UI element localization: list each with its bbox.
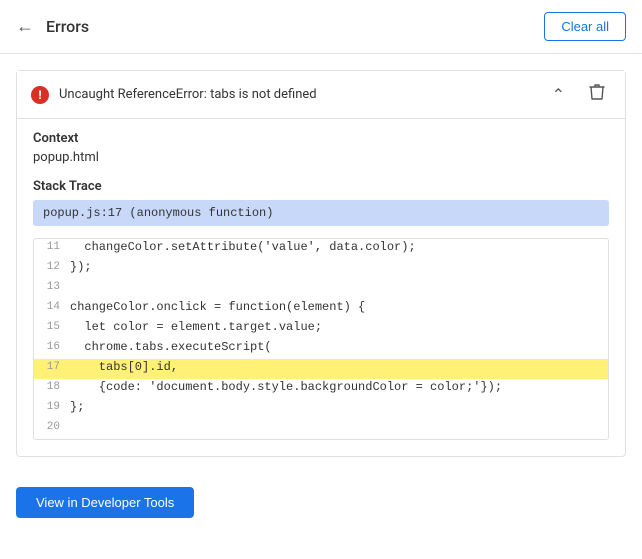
- code-line: 15 let color = element.target.value;: [34, 319, 608, 339]
- line-number: 20: [34, 420, 70, 433]
- line-content: chrome.tabs.executeScript(: [70, 340, 608, 354]
- line-content: });: [70, 260, 608, 274]
- line-content: changeColor.onclick = function(element) …: [70, 300, 608, 314]
- line-number: 12: [34, 260, 70, 273]
- line-number: 19: [34, 400, 70, 413]
- code-line: 12});: [34, 259, 608, 279]
- error-controls: ⌃: [546, 81, 611, 108]
- error-header: ! Uncaught ReferenceError: tabs is not d…: [17, 71, 625, 118]
- code-line: 16 chrome.tabs.executeScript(: [34, 339, 608, 359]
- line-number: 14: [34, 300, 70, 313]
- context-value: popup.html: [33, 150, 609, 165]
- line-number: 17: [34, 360, 70, 373]
- line-content: };: [70, 400, 608, 414]
- code-line: 14changeColor.onclick = function(element…: [34, 299, 608, 319]
- line-number: 16: [34, 340, 70, 353]
- code-line: 13: [34, 279, 608, 299]
- page-title: Errors: [46, 17, 89, 36]
- line-content: let color = element.target.value;: [70, 320, 608, 334]
- clear-all-button[interactable]: Clear all: [544, 12, 626, 41]
- code-line: 19};: [34, 399, 608, 419]
- error-body: Context popup.html Stack Trace popup.js:…: [17, 118, 625, 456]
- code-line: 18 {code: 'document.body.style.backgroun…: [34, 379, 608, 399]
- back-button[interactable]: ←: [16, 18, 34, 36]
- stack-trace-label: Stack Trace: [33, 179, 609, 194]
- collapse-button[interactable]: ⌃: [546, 83, 571, 107]
- footer: View in Developer Tools: [0, 473, 642, 532]
- line-content: changeColor.setAttribute('value', data.c…: [70, 240, 608, 254]
- error-icon: !: [31, 86, 49, 104]
- code-line: 17 tabs[0].id,: [34, 359, 608, 379]
- delete-icon: [589, 83, 605, 101]
- header: ← Errors Clear all: [0, 0, 642, 54]
- view-in-devtools-button[interactable]: View in Developer Tools: [16, 487, 194, 518]
- error-header-left: ! Uncaught ReferenceError: tabs is not d…: [31, 86, 317, 104]
- code-line: 20: [34, 419, 608, 439]
- header-left: ← Errors: [16, 17, 89, 36]
- line-content: {code: 'document.body.style.backgroundCo…: [70, 380, 608, 394]
- context-label: Context: [33, 131, 609, 146]
- line-number: 11: [34, 240, 70, 253]
- line-number: 15: [34, 320, 70, 333]
- code-line: 11 changeColor.setAttribute('value', dat…: [34, 239, 608, 259]
- delete-button[interactable]: [583, 81, 611, 108]
- stack-trace-bar: popup.js:17 (anonymous function): [33, 200, 609, 226]
- code-block: 11 changeColor.setAttribute('value', dat…: [33, 238, 609, 440]
- error-title: Uncaught ReferenceError: tabs is not def…: [59, 87, 317, 102]
- error-panel: ! Uncaught ReferenceError: tabs is not d…: [16, 70, 626, 457]
- line-number: 18: [34, 380, 70, 393]
- line-content: tabs[0].id,: [70, 360, 608, 374]
- line-number: 13: [34, 280, 70, 293]
- code-scroll[interactable]: 11 changeColor.setAttribute('value', dat…: [34, 239, 608, 439]
